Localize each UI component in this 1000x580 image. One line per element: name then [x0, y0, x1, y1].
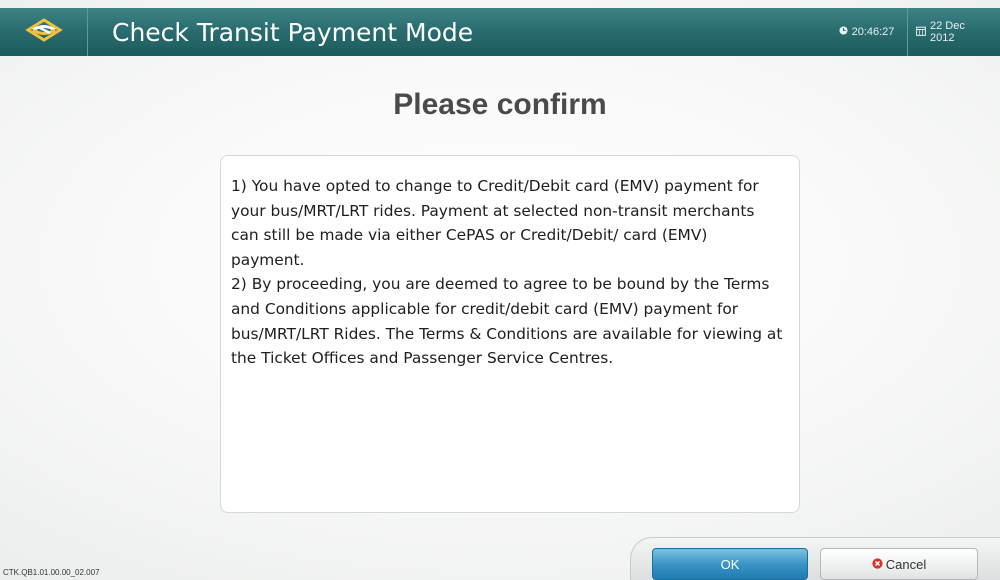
kiosk-screen: Check Transit Payment Mode 20:46:27 22 D…	[0, 0, 1000, 580]
cancel-button[interactable]: Cancel	[820, 548, 978, 580]
cancel-button-label: Cancel	[885, 556, 927, 572]
header-bar: Check Transit Payment Mode 20:46:27 22 D…	[0, 8, 1000, 56]
ok-button-label: OK	[720, 556, 740, 572]
cancel-x-icon	[872, 557, 883, 572]
confirm-heading: Please confirm	[393, 88, 607, 121]
page-title: Check Transit Payment Mode	[112, 17, 474, 47]
ok-button[interactable]: OK	[652, 548, 808, 580]
date-text: 22 Dec 2012	[930, 20, 965, 44]
version-label: CTK.QB1.01.00.00_02.007	[3, 568, 100, 577]
terms-message-box: 1) You have opted to change to Credit/De…	[220, 155, 800, 513]
terms-paragraph-1: 1) You have opted to change to Credit/De…	[231, 177, 759, 269]
date-display: 22 Dec 2012	[908, 8, 1000, 56]
time-text: 20:46:27	[851, 26, 895, 38]
calendar-icon	[916, 26, 926, 39]
transit-logo-icon	[24, 17, 64, 47]
header-info: 20:46:27 22 Dec 2012	[826, 8, 1000, 56]
clock-display: 20:46:27	[826, 8, 908, 56]
logo-container	[0, 8, 88, 56]
terms-message: 1) You have opted to change to Credit/De…	[231, 174, 785, 371]
terms-paragraph-2: 2) By proceeding, you are deemed to agre…	[231, 275, 783, 368]
clock-icon	[839, 26, 848, 38]
